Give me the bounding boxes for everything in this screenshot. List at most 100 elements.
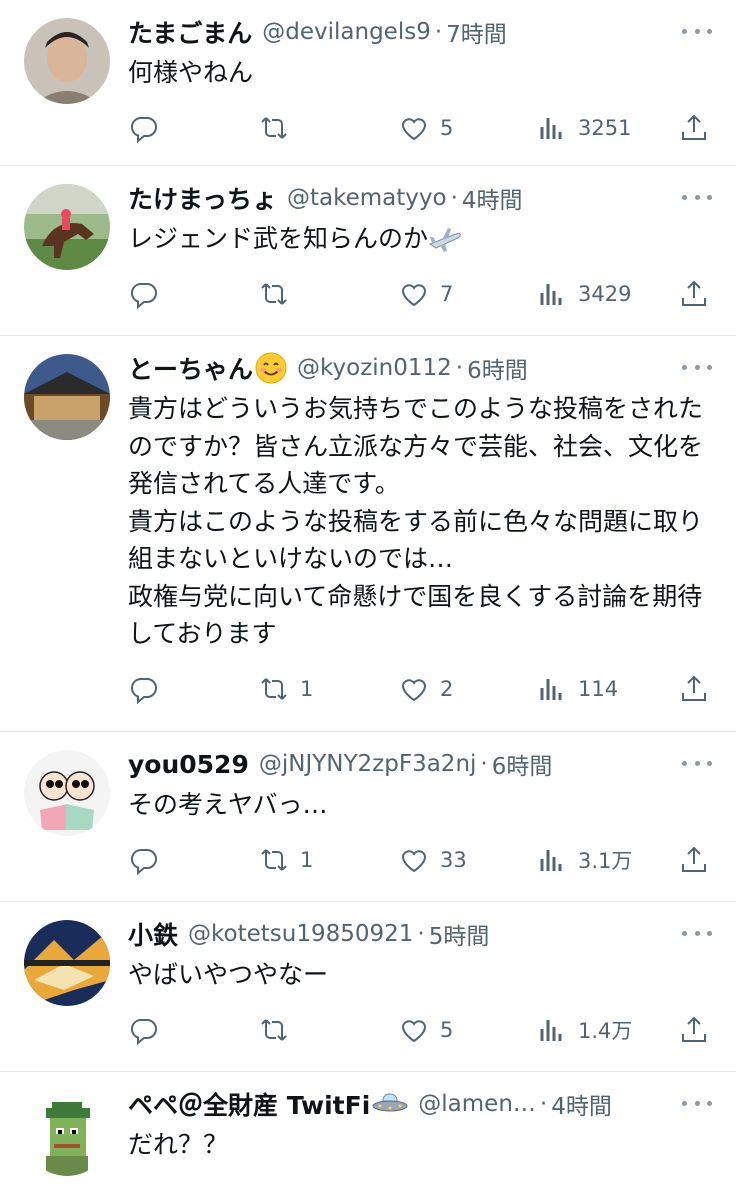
separator: · [434,19,443,45]
timestamp[interactable]: 6時間 [492,747,553,781]
view-count: 114 [578,676,619,701]
views-button[interactable]: 3429 [536,268,631,320]
tweet[interactable]: 小鉄 @kotetsu19850921 · 5時間 やばいやつやなー 5 1.4… [0,902,736,1072]
display-name[interactable]: たけまっちょ [128,180,277,216]
tweet[interactable]: ペペ＠全財産 TwitFi @lamen… · 4時間 だれ？？ [0,1072,736,1200]
avatar[interactable] [24,18,110,104]
share-button[interactable] [678,102,710,154]
retweet-button[interactable] [258,1004,290,1056]
smiling-face-icon [255,352,287,384]
like-count: 33 [440,847,467,872]
flying-saucer-icon [372,1093,408,1112]
user-handle[interactable]: @devilangels9 [262,19,431,45]
share-button[interactable] [678,834,710,886]
more-icon[interactable] [682,362,712,372]
reply-button[interactable] [128,268,160,320]
retweet-icon [261,677,287,700]
separator: · [450,185,458,211]
like-count: 5 [440,1017,454,1042]
share-icon [682,280,706,306]
display-name[interactable]: とーちゃん [128,350,253,386]
display-name[interactable]: you0529 [128,750,249,779]
more-icon[interactable] [682,26,712,36]
separator: · [480,751,488,777]
like-button[interactable]: 5 [398,1004,453,1056]
share-button[interactable] [678,268,710,320]
tweet-header: you0529 @jNJYNY2zpF3a2nj · 6時間 [128,747,718,781]
action-bar: 5 1.4万 [128,1004,718,1056]
tweet[interactable]: you0529 @jNJYNY2zpF3a2nj · 6時間 その考えヤバっ… … [0,732,736,902]
views-icon [540,678,562,700]
share-button[interactable] [678,663,710,715]
user-handle[interactable]: @kyozin0112 [297,355,452,381]
avatar[interactable] [24,920,110,1006]
retweet-count: 1 [300,676,314,701]
tweet[interactable]: とーちゃん @kyozin0112 · 6時間 貴方はどういうお気持ちでこのよう… [0,336,736,732]
tweet-header: ペペ＠全財産 TwitFi @lamen… · 4時間 [128,1088,718,1120]
reply-button[interactable] [128,663,160,715]
views-button[interactable]: 3251 [536,102,631,154]
view-count: 1.4万 [578,1018,633,1043]
tweet-header: たけまっちょ @takematyyo · 4時間 [128,182,718,214]
views-button[interactable]: 1.4万 [536,1004,632,1056]
reply-button[interactable] [128,834,160,886]
share-button[interactable] [678,1004,710,1056]
display-name[interactable]: たまごまん [128,14,252,50]
retweet-button[interactable]: 1 [258,834,313,886]
views-button[interactable]: 3.1万 [536,834,632,886]
tweet[interactable]: たまごまん @devilangels9 · 7時間 何様やねん 5 3251 [0,0,736,166]
reply-icon [130,848,157,875]
reply-icon [130,677,157,704]
more-icon[interactable] [682,928,712,938]
like-button[interactable]: 2 [398,663,453,715]
retweet-button[interactable]: 1 [258,663,313,715]
views-button[interactable]: 114 [536,663,618,715]
timestamp[interactable]: 7時間 [446,15,507,49]
separator: · [455,355,464,381]
airplane-icon [428,228,461,252]
retweet-icon [261,848,287,871]
timestamp[interactable]: 4時間 [462,181,523,215]
user-handle[interactable]: @jNJYNY2zpF3a2nj [259,751,477,777]
display-name[interactable]: ペペ＠全財産 TwitFi [128,1086,370,1122]
retweet-button[interactable] [258,268,290,320]
view-count: 3.1万 [578,848,633,873]
action-bar: 5 3251 [128,102,718,154]
retweet-count: 1 [300,847,314,872]
action-bar: 1 2 114 [128,663,718,715]
tweet[interactable]: たけまっちょ @takematyyo · 4時間 レジェンド武を知らんのか 7 … [0,166,736,336]
tweet-text: だれ？？ [128,1130,229,1159]
avatar[interactable] [24,354,110,440]
reply-button[interactable] [128,1004,160,1056]
avatar[interactable] [24,184,110,270]
more-icon[interactable] [682,1098,712,1108]
like-count: 2 [440,676,454,701]
share-icon [682,675,706,701]
tweet-text: 何様やねん [128,58,254,87]
timestamp[interactable]: 4時間 [551,1087,612,1121]
user-handle[interactable]: @lamen… [418,1091,536,1117]
like-button[interactable]: 7 [398,268,453,320]
like-count: 5 [440,115,454,140]
more-icon[interactable] [682,192,712,202]
tweet-text: やばいやつやなー [128,960,329,989]
view-count: 3251 [578,115,632,140]
like-button[interactable]: 5 [398,102,453,154]
avatar[interactable] [24,750,110,836]
share-icon [682,846,706,872]
user-handle[interactable]: @takematyyo [287,185,447,211]
reply-button[interactable] [128,102,160,154]
timestamp[interactable]: 5時間 [429,917,490,951]
user-handle[interactable]: @kotetsu19850921 [188,921,413,947]
views-icon [540,117,562,139]
display-name[interactable]: 小鉄 [128,916,178,952]
reply-icon [130,1018,157,1045]
more-icon[interactable] [682,758,712,768]
like-button[interactable]: 33 [398,834,467,886]
retweet-button[interactable] [258,102,290,154]
avatar[interactable] [24,1090,110,1176]
tweet-text: その考えヤバっ… [128,790,328,819]
reply-icon [130,116,157,143]
share-icon [682,114,706,140]
timestamp[interactable]: 6時間 [467,351,528,385]
